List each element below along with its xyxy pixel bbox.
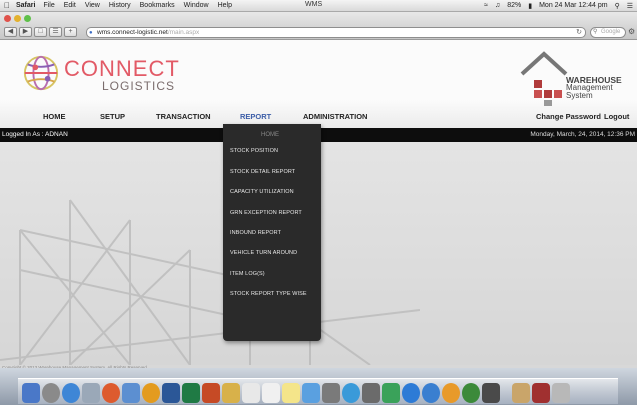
site-header: CONNECT LOGISTICS WAREHOUSE Management S… [0, 40, 637, 106]
report-item-stock-detail[interactable]: STOCK DETAIL REPORT [230, 169, 295, 175]
wms-line3: System [566, 91, 593, 100]
reader-button[interactable]: ☰ [49, 27, 62, 37]
contacts-icon[interactable] [242, 383, 260, 403]
calendar-icon[interactable] [262, 383, 280, 403]
search-icon: ⚲ [593, 29, 598, 35]
report-item-stock-type-wise[interactable]: STOCK REPORT TYPE WISE [230, 291, 307, 297]
current-datetime: Monday, March, 24, 2014, 12:36 PM [530, 131, 635, 138]
system-prefs-icon[interactable] [362, 383, 380, 403]
utorrent-icon[interactable] [462, 383, 480, 403]
dock-shelf [18, 378, 618, 404]
os-clock[interactable]: Mon 24 Mar 12:44 pm [539, 2, 607, 9]
os-menu-app[interactable]: Safari [16, 2, 35, 9]
vlc-icon[interactable] [442, 383, 460, 403]
report-item-item-logs[interactable]: ITEM LOG(S) [230, 271, 265, 277]
facetime-icon[interactable] [382, 383, 400, 403]
nav-report[interactable]: REPORT [240, 112, 271, 121]
connect-logistics-globe-logo [23, 55, 59, 91]
finder-icon[interactable] [22, 383, 40, 403]
skype-icon[interactable] [342, 383, 360, 403]
excel-icon[interactable] [182, 383, 200, 403]
globe-icon: ● [89, 30, 93, 36]
gear-icon[interactable]: ⚙ [628, 27, 635, 36]
terminal-icon[interactable] [482, 383, 500, 403]
report-item-vehicle-turn-around[interactable]: VEHICLE TURN AROUND [230, 250, 297, 256]
report-item-stock-position[interactable]: STOCK POSITION [230, 148, 278, 154]
trash-icon[interactable] [552, 383, 570, 403]
battery-percent[interactable]: 82% [507, 2, 521, 9]
apple-icon[interactable]:  [4, 1, 10, 10]
logout-link[interactable]: Logout [604, 112, 629, 121]
list-icon[interactable]: ☰ [627, 2, 633, 10]
address-bar[interactable]: ● wms.connect-logistic.net/main.aspx ↻ [86, 27, 586, 38]
macos-dock [0, 368, 637, 405]
add-bookmark-button[interactable]: + [64, 27, 77, 37]
os-menu-bar:  Safari File Edit View History Bookmark… [0, 0, 637, 12]
zoom-window-button[interactable] [24, 15, 31, 22]
connect-logistics-logo-text: CONNECT LOGISTICS [64, 56, 180, 94]
downloads-stack-icon[interactable] [512, 383, 530, 403]
os-menu-help[interactable]: Help [218, 2, 232, 9]
safari-icon[interactable] [62, 383, 80, 403]
itunes-icon[interactable] [422, 383, 440, 403]
nav-home[interactable]: HOME [43, 112, 66, 121]
os-menu-history[interactable]: History [109, 2, 131, 9]
folder-icon[interactable] [222, 383, 240, 403]
messages-icon[interactable] [302, 383, 320, 403]
url-domain: wms.connect-logistic.net [97, 29, 168, 36]
search-placeholder: Google [601, 29, 621, 35]
browser-toolbar: ◀ ▶ □ ☰ + ● wms.connect-logistic.net/mai… [0, 12, 637, 40]
nav-administration[interactable]: ADMINISTRATION [303, 112, 367, 121]
chrome-icon[interactable] [102, 383, 120, 403]
report-menu-home[interactable]: HOME [261, 132, 279, 138]
os-menu-bookmarks[interactable]: Bookmarks [140, 2, 175, 9]
close-window-button[interactable] [4, 15, 11, 22]
window-title: WMS [305, 1, 323, 8]
report-dropdown-menu: HOME STOCK POSITION STOCK DETAIL REPORT … [223, 124, 321, 341]
wms-logo-text: WAREHOUSE Management System [566, 76, 622, 100]
back-button[interactable]: ◀ [4, 27, 17, 37]
show-sidebar-button[interactable]: □ [34, 27, 47, 37]
os-menu-edit[interactable]: Edit [64, 2, 76, 9]
background-scaffolding-image [0, 199, 420, 365]
battery-icon: ▮ [528, 2, 533, 10]
firefox-icon[interactable] [142, 383, 160, 403]
logged-in-user: Logged In As : ADNAN [2, 131, 68, 138]
forward-button[interactable]: ▶ [19, 27, 32, 37]
notes-icon[interactable] [282, 383, 300, 403]
wifi-icon[interactable]: ≈ [484, 2, 488, 9]
report-item-inbound[interactable]: INBOUND REPORT [230, 230, 281, 236]
spotlight-icon[interactable]: ⚲ [615, 2, 620, 10]
minimize-window-button[interactable] [14, 15, 21, 22]
report-item-capacity-utilization[interactable]: CAPACITY UTILIZATION [230, 189, 294, 195]
os-menu-window[interactable]: Window [184, 2, 209, 9]
os-menu-view[interactable]: View [85, 2, 100, 9]
reload-icon[interactable]: ↻ [576, 28, 582, 37]
brand-line2: LOGISTICS [102, 79, 176, 93]
photos-icon[interactable] [322, 383, 340, 403]
mail-icon[interactable] [82, 383, 100, 403]
change-password-link[interactable]: Change Password [536, 112, 601, 121]
web-page: CONNECT LOGISTICS WAREHOUSE Management S… [0, 40, 637, 365]
os-menu-file[interactable]: File [43, 2, 54, 9]
word-icon[interactable] [162, 383, 180, 403]
preview-icon[interactable] [122, 383, 140, 403]
brand-line1: CONNECT [64, 56, 180, 81]
volume-icon[interactable]: ♫ [495, 2, 500, 9]
window-controls [4, 15, 31, 22]
browser-nav-buttons: ◀ ▶ □ ☰ + [4, 27, 77, 37]
app-store-icon[interactable] [402, 383, 420, 403]
nav-transaction[interactable]: TRANSACTION [156, 112, 211, 121]
url-path: /main.aspx [167, 29, 200, 36]
powerpoint-icon[interactable] [202, 383, 220, 403]
search-field[interactable]: ⚲ Google [590, 27, 626, 38]
nav-setup[interactable]: SETUP [100, 112, 125, 121]
documents-stack-icon[interactable] [532, 383, 550, 403]
report-item-grn-exception[interactable]: GRN EXCEPTION REPORT [230, 210, 302, 216]
launchpad-icon[interactable] [42, 383, 60, 403]
